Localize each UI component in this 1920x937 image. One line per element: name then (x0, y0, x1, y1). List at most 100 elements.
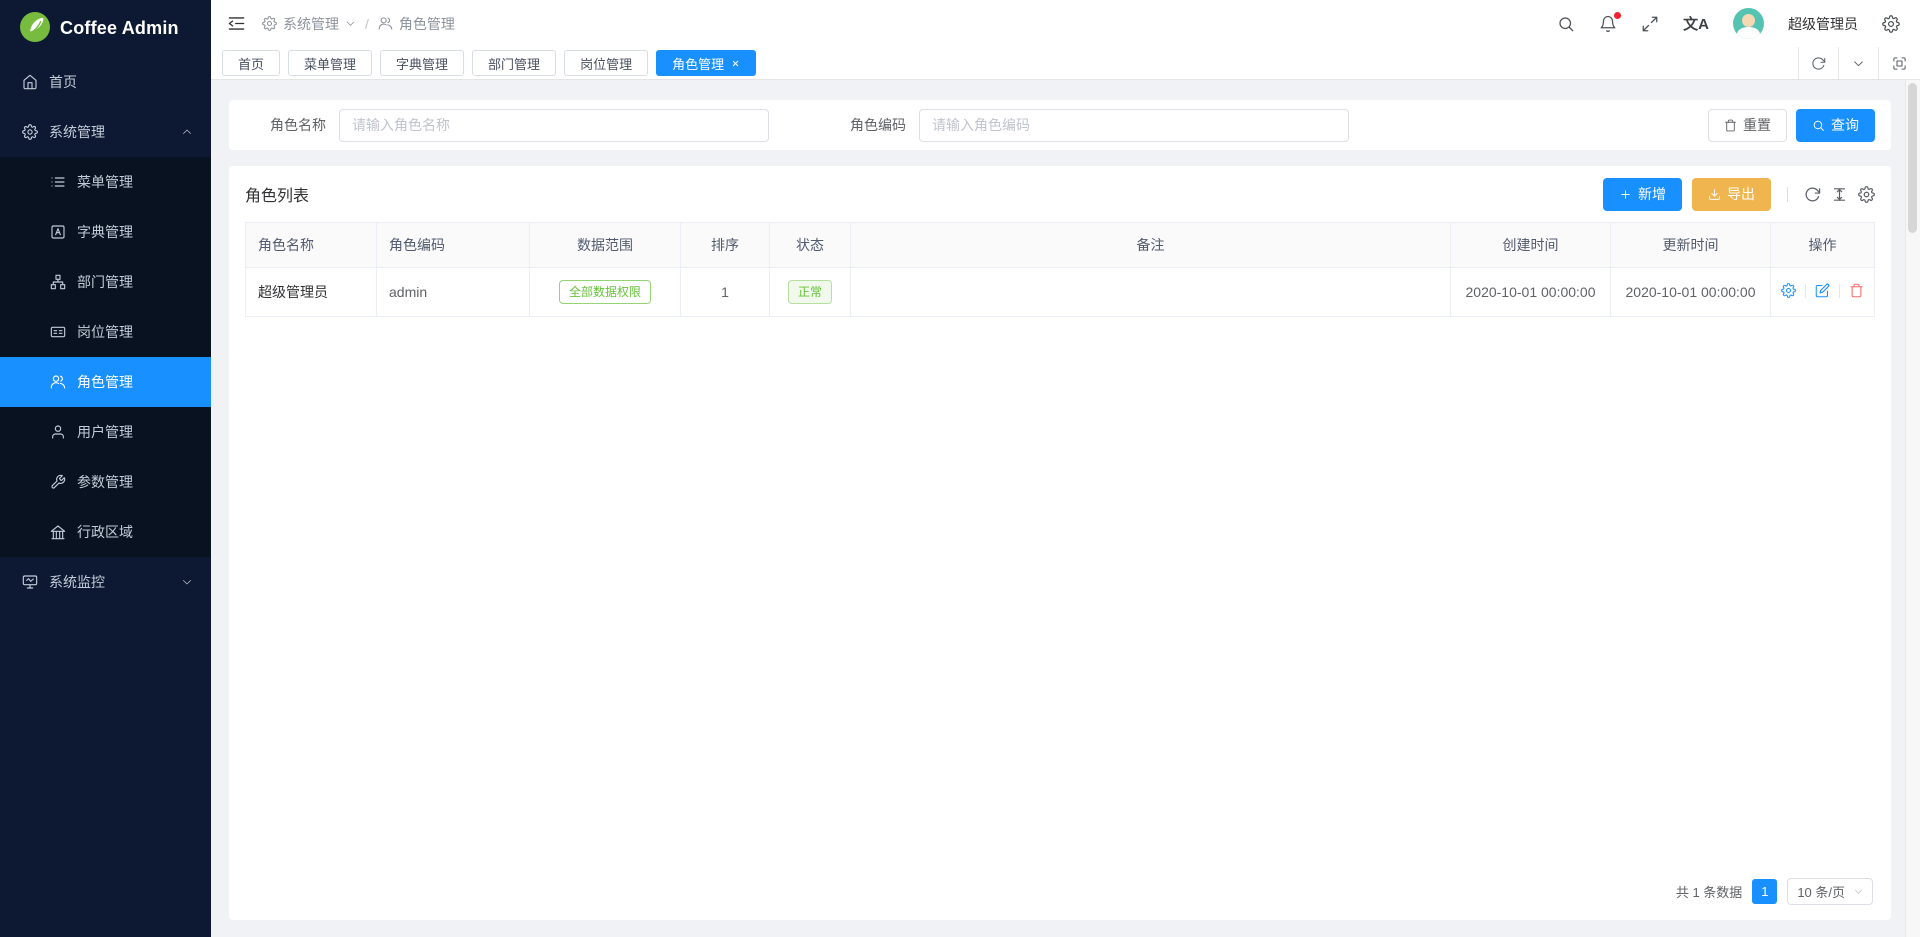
chevron-down-icon (181, 576, 193, 588)
action-divider (1805, 284, 1806, 298)
form-item-role-name: 角色名称 (245, 109, 769, 142)
sidebar-item-menu-mgmt[interactable]: 菜单管理 (0, 157, 211, 207)
sidebar-group-label: 系统管理 (49, 122, 105, 142)
row-permission-gear-icon[interactable] (1781, 283, 1796, 298)
settings-gear-icon[interactable] (1882, 15, 1900, 33)
table-row: 超级管理员 admin 全部数据权限 1 正常 2020-10-01 00:00… (246, 268, 1875, 317)
avatar[interactable] (1733, 8, 1764, 39)
card-toolbar: 新增 导出 (1603, 178, 1875, 211)
cell-created-at: 2020-10-01 00:00:00 (1451, 268, 1611, 317)
app-root: Coffee Admin 首页 系统管理 菜单管理 字典管理 (0, 0, 1920, 937)
tabbar: 首页 菜单管理 字典管理 部门管理 岗位管理 角色管理 (211, 47, 1920, 80)
row-delete-icon[interactable] (1849, 283, 1864, 298)
col-header-sort: 排序 (681, 223, 770, 268)
tab-dept-mgmt[interactable]: 部门管理 (472, 50, 556, 76)
close-icon[interactable] (731, 59, 740, 68)
tab-menu-mgmt[interactable]: 菜单管理 (288, 50, 372, 76)
tab-dict-mgmt[interactable]: 字典管理 (380, 50, 464, 76)
badge-icon (50, 324, 66, 340)
col-header-role-code: 角色编码 (377, 223, 530, 268)
sidebar-item-user-mgmt[interactable]: 用户管理 (0, 407, 211, 457)
wrench-icon (50, 474, 66, 490)
export-button[interactable]: 导出 (1692, 178, 1771, 211)
refresh-icon[interactable] (1798, 47, 1838, 79)
chevron-down-icon[interactable] (1838, 47, 1878, 79)
sidebar-item-label: 行政区域 (77, 522, 133, 542)
row-edit-icon[interactable] (1815, 283, 1830, 298)
form-item-role-code: 角色编码 (825, 109, 1349, 142)
chevron-down-icon (345, 18, 356, 29)
chevron-up-icon (181, 126, 193, 138)
fullscreen-icon[interactable] (1641, 15, 1659, 33)
column-settings-gear-icon[interactable] (1858, 186, 1875, 203)
notification-bell-icon[interactable] (1599, 15, 1617, 33)
topbar-actions: 文A 超级管理员 (1557, 8, 1900, 39)
role-code-input[interactable] (919, 109, 1349, 142)
breadcrumb-separator: / (363, 16, 371, 32)
tab-label: 岗位管理 (580, 54, 632, 73)
users-icon (378, 16, 393, 31)
breadcrumb-item-system[interactable]: 系统管理 (262, 14, 356, 34)
sidebar-item-dict-mgmt[interactable]: 字典管理 (0, 207, 211, 257)
vertical-scrollbar[interactable] (1905, 80, 1920, 937)
app-title: Coffee Admin (60, 18, 179, 39)
tab-label: 角色管理 (672, 54, 724, 73)
sidebar-item-home[interactable]: 首页 (0, 57, 211, 107)
tab-label: 首页 (238, 54, 264, 73)
home-icon (22, 74, 38, 90)
role-table: 角色名称 角色编码 数据范围 排序 状态 备注 创建时间 更新时间 操作 (245, 222, 1875, 317)
data-scope-tag: 全部数据权限 (559, 280, 651, 304)
pagination-total: 共 1 条数据 (1676, 882, 1742, 901)
role-list-card: 角色列表 新增 导出 (229, 166, 1891, 920)
sidebar-group-monitor[interactable]: 系统监控 (0, 557, 211, 607)
translate-icon[interactable]: 文A (1683, 13, 1709, 34)
sidebar-item-label: 菜单管理 (77, 172, 133, 192)
sidebar-item-label: 角色管理 (77, 372, 133, 392)
status-badge: 正常 (788, 280, 832, 304)
page-button-1[interactable]: 1 (1752, 879, 1777, 904)
page-size-select[interactable]: 10 条/页 (1787, 878, 1873, 905)
menu-fold-icon[interactable] (227, 14, 246, 33)
tab-label: 菜单管理 (304, 54, 356, 73)
dictionary-icon (50, 224, 66, 240)
refresh-icon[interactable] (1804, 186, 1821, 203)
table-header-row: 角色名称 角色编码 数据范围 排序 状态 备注 创建时间 更新时间 操作 (246, 223, 1875, 268)
reset-button[interactable]: 重置 (1708, 109, 1787, 142)
main-column: 系统管理 / 角色管理 文A 超级管理员 首页 (211, 0, 1920, 937)
sidebar-item-param-mgmt[interactable]: 参数管理 (0, 457, 211, 507)
col-header-actions: 操作 (1771, 223, 1875, 268)
sidebar-group-label: 系统监控 (49, 572, 105, 592)
tab-home[interactable]: 首页 (222, 50, 280, 76)
trash-icon (1724, 119, 1737, 132)
col-header-status: 状态 (770, 223, 851, 268)
role-name-input[interactable] (339, 109, 769, 142)
maximize-icon[interactable] (1878, 47, 1920, 79)
sidebar-item-dept-mgmt[interactable]: 部门管理 (0, 257, 211, 307)
sidebar-group-system[interactable]: 系统管理 (0, 107, 211, 157)
breadcrumb-item-role[interactable]: 角色管理 (378, 14, 455, 34)
pagination: 共 1 条数据 1 10 条/页 (245, 866, 1875, 920)
username[interactable]: 超级管理员 (1788, 14, 1858, 34)
query-button[interactable]: 查询 (1796, 109, 1875, 142)
role-code-label: 角色编码 (825, 115, 919, 135)
sidebar-item-role-mgmt[interactable]: 角色管理 (0, 357, 211, 407)
app-logo[interactable]: Coffee Admin (0, 0, 211, 57)
tab-role-mgmt[interactable]: 角色管理 (656, 50, 756, 76)
download-icon (1708, 188, 1721, 201)
tab-label: 字典管理 (396, 54, 448, 73)
scrollbar-thumb[interactable] (1908, 83, 1917, 233)
sidebar-item-post-mgmt[interactable]: 岗位管理 (0, 307, 211, 357)
cell-sort: 1 (681, 268, 770, 317)
sidebar-item-admin-region[interactable]: 行政区域 (0, 507, 211, 557)
tab-post-mgmt[interactable]: 岗位管理 (564, 50, 648, 76)
add-button[interactable]: 新增 (1603, 178, 1682, 211)
card-header: 角色列表 新增 导出 (245, 166, 1875, 222)
row-height-icon[interactable] (1831, 186, 1848, 203)
monitor-icon (22, 574, 38, 590)
col-header-remark: 备注 (851, 223, 1451, 268)
spring-leaf-icon (20, 12, 50, 45)
bank-icon (50, 524, 66, 540)
sidebar-item-label: 参数管理 (77, 472, 133, 492)
search-icon[interactable] (1557, 15, 1575, 33)
tabbar-controls (1798, 47, 1920, 79)
